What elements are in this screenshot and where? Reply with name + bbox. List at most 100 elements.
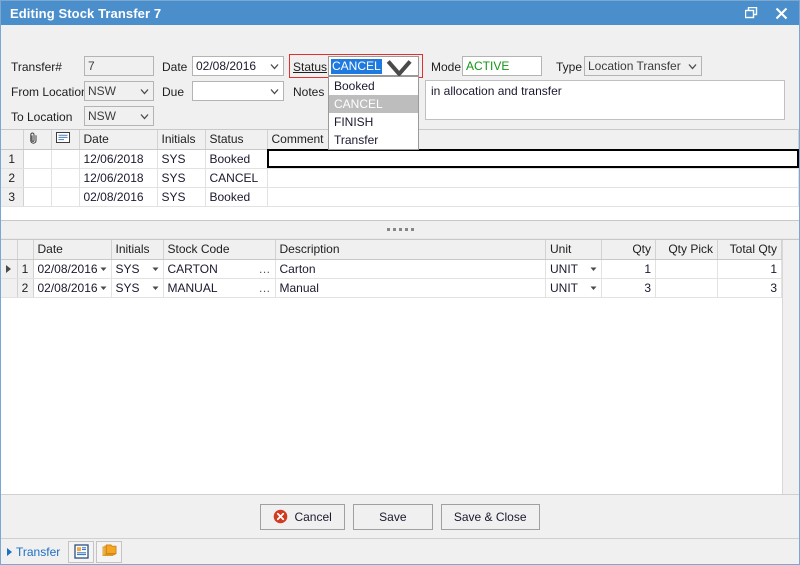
lines-row-initials-value: SYS — [116, 281, 140, 295]
lines-row-num: 2 — [17, 278, 33, 297]
to-location-label: To Location — [11, 110, 72, 124]
stock-code-lookup-button[interactable]: ... — [259, 262, 271, 276]
lines-row-unit[interactable]: UNIT — [546, 259, 602, 278]
lines-row-initials[interactable]: SYS — [111, 278, 163, 297]
history-row-initials[interactable]: SYS — [157, 187, 205, 206]
transfer-no-field[interactable]: 7 — [84, 56, 154, 76]
table-row[interactable]: 1 12/06/2018 SYS Booked — [1, 149, 799, 168]
save-button[interactable]: Save — [353, 504, 433, 530]
lines-row-stock-code[interactable]: ... MANUAL — [163, 278, 275, 297]
cancel-circle-icon — [273, 509, 288, 524]
chevron-down-icon — [139, 86, 150, 97]
history-row-initials[interactable]: SYS — [157, 149, 205, 168]
history-row-num: 3 — [1, 187, 23, 206]
from-location-field[interactable]: NSW — [84, 81, 154, 101]
stock-code-lookup-button[interactable]: ... — [259, 281, 271, 295]
history-col-initials[interactable]: Initials — [157, 130, 205, 149]
lines-row-description[interactable]: Manual — [275, 278, 546, 297]
chevron-down-icon — [99, 283, 108, 292]
from-location-label: From Location — [11, 85, 88, 99]
lines-col-total-qty[interactable]: Total Qty — [718, 240, 782, 259]
history-row-num: 1 — [1, 149, 23, 168]
lines-row-qty-pick[interactable] — [656, 259, 718, 278]
close-icon[interactable] — [767, 2, 795, 24]
history-row-memo[interactable] — [51, 168, 79, 187]
history-row-memo[interactable] — [51, 187, 79, 206]
due-field[interactable] — [192, 81, 284, 101]
lines-col-stock-code[interactable]: Stock Code — [163, 240, 275, 259]
table-row[interactable]: 2 02/08/2016 SYS ... MANUAL — [1, 278, 782, 297]
chevron-down-icon — [99, 264, 108, 273]
status-option-finish[interactable]: FINISH — [329, 113, 418, 131]
lines-row-qty-pick[interactable] — [656, 278, 718, 297]
report-icon[interactable] — [68, 541, 94, 563]
history-row-comment[interactable] — [267, 168, 799, 187]
history-row-comment[interactable] — [267, 187, 799, 206]
status-option-transfer[interactable]: Transfer — [329, 131, 418, 149]
lines-row-description[interactable]: Carton — [275, 259, 546, 278]
history-row-memo[interactable] — [51, 149, 79, 168]
table-row[interactable]: 3 02/08/2016 SYS Booked — [1, 187, 799, 206]
lines-row-num: 1 — [17, 259, 33, 278]
history-row-status[interactable]: CANCEL — [205, 168, 267, 187]
history-row-status[interactable]: Booked — [205, 187, 267, 206]
history-row-date[interactable]: 12/06/2018 — [79, 149, 157, 168]
history-col-memo[interactable] — [51, 130, 79, 149]
type-value: Location Transfer — [588, 59, 681, 73]
history-row-attachment[interactable] — [23, 187, 51, 206]
lines-col-description[interactable]: Description — [275, 240, 546, 259]
status-combo[interactable]: CANCEL — [328, 56, 419, 76]
statusbar-transfer-link[interactable]: Transfer — [5, 545, 68, 559]
lines-col-qty[interactable]: Qty — [602, 240, 656, 259]
lines-col-initials[interactable]: Initials — [111, 240, 163, 259]
cancel-button[interactable]: Cancel — [260, 504, 344, 530]
type-field[interactable]: Location Transfer — [584, 56, 702, 76]
stock-transfer-window: Editing Stock Transfer 7 Transfer# 7 Dat… — [0, 0, 800, 565]
lines-row-total-qty[interactable]: 3 — [718, 278, 782, 297]
lines-col-qty-pick[interactable]: Qty Pick — [656, 240, 718, 259]
history-row-attachment[interactable] — [23, 149, 51, 168]
lines-row-date[interactable]: 02/08/2016 — [33, 278, 111, 297]
lines-row-indicator — [1, 278, 17, 297]
restore-icon[interactable] — [737, 2, 765, 24]
history-col-date[interactable]: Date — [79, 130, 157, 149]
lines-row-initials[interactable]: SYS — [111, 259, 163, 278]
lines-row-unit[interactable]: UNIT — [546, 278, 602, 297]
transfer-no-label: Transfer# — [11, 60, 62, 74]
history-row-initials[interactable]: SYS — [157, 168, 205, 187]
history-row-status[interactable]: Booked — [205, 149, 267, 168]
lines-row-qty[interactable]: 3 — [602, 278, 656, 297]
history-col-status[interactable]: Status — [205, 130, 267, 149]
history-row-num: 2 — [1, 168, 23, 187]
panel-splitter[interactable] — [1, 221, 799, 239]
status-dropdown-list[interactable]: Booked CANCEL FINISH Transfer — [328, 76, 419, 150]
history-row-comment[interactable] — [267, 149, 799, 168]
table-row[interactable]: 1 02/08/2016 SYS ... CARTON — [1, 259, 782, 278]
history-col-rownum — [1, 130, 23, 149]
lines-row-stock-code[interactable]: ... CARTON — [163, 259, 275, 278]
save-and-close-button[interactable]: Save & Close — [441, 504, 540, 530]
mode-label: Mode — [431, 60, 461, 74]
history-row-date[interactable]: 02/08/2016 — [79, 187, 157, 206]
status-option-cancel[interactable]: CANCEL — [329, 95, 418, 113]
status-option-booked[interactable]: Booked — [329, 77, 418, 95]
history-row-date[interactable]: 12/06/2018 — [79, 168, 157, 187]
table-row[interactable]: 2 12/06/2018 SYS CANCEL — [1, 168, 799, 187]
to-location-field[interactable]: NSW — [84, 106, 154, 126]
window-statusbar: Transfer — [1, 538, 799, 564]
lines-col-unit[interactable]: Unit — [546, 240, 602, 259]
save-button-label: Save — [379, 510, 406, 524]
lines-row-qty[interactable]: 1 — [602, 259, 656, 278]
date-field[interactable]: 02/08/2016 — [192, 56, 284, 76]
lines-row-unit-value: UNIT — [550, 262, 578, 276]
lines-grid-scrollbar[interactable] — [782, 240, 799, 494]
lines-grid[interactable]: Date Initials Stock Code Description Uni… — [1, 240, 782, 494]
lines-col-date[interactable]: Date — [33, 240, 111, 259]
lines-col-rownum — [17, 240, 33, 259]
notes-field[interactable]: in allocation and transfer — [425, 80, 785, 120]
lines-row-total-qty[interactable]: 1 — [718, 259, 782, 278]
folders-icon[interactable] — [96, 541, 122, 563]
history-col-attachment[interactable] — [23, 130, 51, 149]
lines-row-date[interactable]: 02/08/2016 — [33, 259, 111, 278]
history-row-attachment[interactable] — [23, 168, 51, 187]
